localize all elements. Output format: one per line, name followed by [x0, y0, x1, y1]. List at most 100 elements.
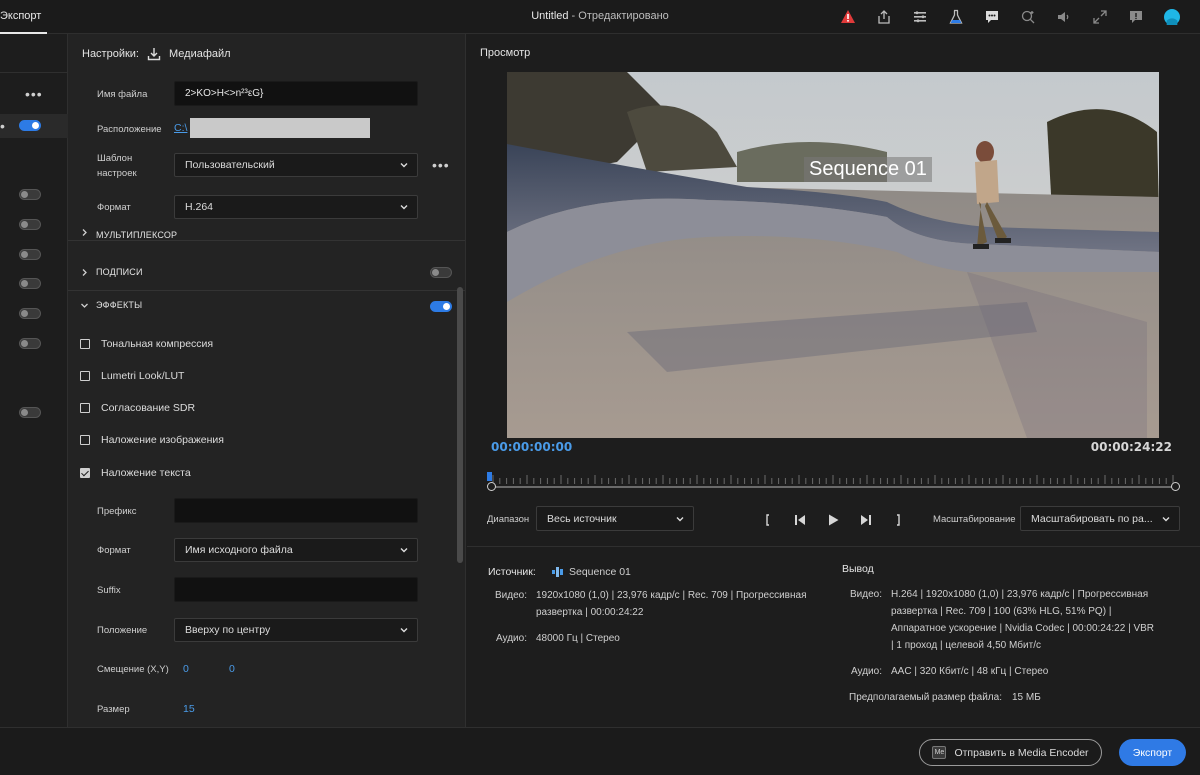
chevron-down-icon [400, 548, 408, 553]
more-options-icon[interactable]: ••• [25, 87, 43, 101]
timeline-track[interactable] [491, 486, 1176, 488]
effect-label: Тональная компрессия [101, 338, 214, 350]
settings-header: Настройки: Медиафайл [82, 47, 231, 61]
position-value: Вверху по центру [185, 624, 271, 636]
settings-scrollbar[interactable] [457, 287, 463, 563]
effect-label: Наложение изображения [101, 434, 224, 446]
overlay-format-label: Формат [97, 545, 131, 556]
source-audio-key: Аудио: [496, 633, 527, 644]
checkbox[interactable] [80, 339, 90, 349]
effect-lumetri[interactable]: Lumetri Look/LUT [80, 368, 184, 384]
size-value[interactable]: 15 [183, 703, 195, 715]
section-title: МУЛЬТИПЛЕКСОР [96, 230, 178, 240]
location-link[interactable]: C:\ [174, 122, 187, 134]
send-to-media-encoder-button[interactable]: Me Отправить в Media Encoder [919, 739, 1102, 766]
offset-y-value[interactable]: 0 [229, 663, 235, 675]
preset-toggle[interactable] [19, 338, 41, 349]
section-captions[interactable]: ПОДПИСИ [68, 257, 465, 289]
playhead[interactable] [487, 472, 492, 481]
effects-toggle[interactable] [430, 301, 452, 312]
preset-more-options-icon[interactable]: ••• [432, 158, 450, 172]
offset-x-value[interactable]: 0 [183, 663, 189, 675]
effect-sdr-conform[interactable]: Согласование SDR [80, 400, 195, 416]
zoom-icon[interactable] [1010, 5, 1046, 29]
preset-toggle[interactable] [19, 278, 41, 289]
preset-toggle[interactable] [19, 308, 41, 319]
document-name: Untitled [531, 10, 569, 22]
filename-input[interactable]: 2>KO>H<>n²³εG} [174, 81, 418, 106]
output-audio-info: AAC | 320 Кбит/с | 48 кГц | Стерео [891, 666, 1049, 677]
timeline-scrubber[interactable] [487, 472, 1180, 492]
filename-label: Имя файла [97, 89, 148, 100]
prefix-input[interactable] [174, 498, 418, 523]
scale-value: Масштабировать по ра... [1031, 513, 1153, 525]
share-icon[interactable] [866, 5, 902, 29]
skatepark-image [507, 72, 1159, 438]
feedback-icon[interactable] [1118, 5, 1154, 29]
output-video-line: H.264 | 1920x1080 (1,0) | 23,976 кадр/с … [891, 589, 1149, 600]
chevron-down-icon [400, 205, 408, 210]
output-audio-key: Аудио: [851, 666, 882, 677]
overlay-format-dropdown[interactable]: Имя исходного файла [174, 538, 418, 562]
checkbox[interactable] [80, 371, 90, 381]
preset-value: Пользовательский [185, 159, 275, 171]
position-label: Положение [97, 625, 148, 636]
out-point-handle[interactable] [1171, 482, 1180, 491]
volume-icon[interactable] [1046, 5, 1082, 29]
warning-icon[interactable] [830, 5, 866, 29]
checkbox[interactable] [80, 435, 90, 445]
divider [68, 240, 465, 241]
in-point-handle[interactable] [487, 482, 496, 491]
output-video-line: развертка | Rec. 709 | 100 (63% HLG, 51%… [891, 606, 1112, 617]
location-label: Расположение [97, 124, 162, 135]
step-forward-icon[interactable] [857, 511, 875, 529]
comment-icon[interactable] [974, 5, 1010, 29]
preset-dropdown[interactable]: Пользовательский [174, 153, 418, 177]
effect-tone-mapping[interactable]: Тональная компрессия [80, 336, 213, 352]
preset-toggle[interactable] [19, 189, 41, 200]
preset-toggle[interactable] [19, 219, 41, 230]
timecode-end: 00:00:24:22 [1090, 440, 1172, 454]
position-dropdown[interactable]: Вверху по центру [174, 618, 418, 642]
video-frame: Sequence 01 [507, 72, 1159, 438]
divider [0, 72, 67, 73]
play-icon[interactable] [824, 511, 842, 529]
chevron-down-icon [676, 517, 684, 522]
preset-row-selected[interactable]: • [0, 114, 68, 138]
top-bar: Экспорт Untitled - Отредактировано [0, 0, 1200, 34]
avatar-icon[interactable] [1154, 5, 1190, 29]
output-heading: Вывод [842, 563, 874, 575]
menu-list-icon[interactable] [902, 5, 938, 29]
effect-text-overlay[interactable]: Наложение текста [80, 465, 191, 481]
preset-toggle[interactable] [19, 407, 41, 418]
section-title: ПОДПИСИ [96, 267, 143, 277]
checkbox-checked[interactable] [80, 468, 90, 478]
step-back-icon[interactable] [791, 511, 809, 529]
chevron-down-icon [400, 628, 408, 633]
export-button[interactable]: Экспорт [1119, 739, 1186, 766]
section-effects[interactable]: ЭФФЕКТЫ [68, 290, 465, 322]
source-video-line: развертка | 00:00:24:22 [536, 607, 644, 618]
mark-out-icon[interactable] [889, 511, 907, 529]
output-video-info: H.264 | 1920x1080 (1,0) | 23,976 кадр/с … [891, 586, 1154, 654]
preset-toggle[interactable] [19, 120, 41, 131]
range-dropdown[interactable]: Весь источник [536, 506, 694, 531]
timecode-start[interactable]: 00:00:00:00 [491, 440, 572, 454]
suffix-input[interactable] [174, 577, 418, 602]
captions-toggle[interactable] [430, 267, 452, 278]
effect-image-overlay[interactable]: Наложение изображения [80, 432, 224, 448]
mark-in-icon[interactable] [759, 511, 777, 529]
preview-panel: Просмотр Sequence 01 00:00:00:00 00:00:2… [467, 34, 1200, 546]
sequence-icon [552, 567, 563, 577]
chevron-down-icon [1162, 517, 1170, 522]
scale-dropdown[interactable]: Масштабировать по ра... [1020, 506, 1180, 531]
fullscreen-icon[interactable] [1082, 5, 1118, 29]
format-dropdown[interactable]: H.264 [174, 195, 418, 219]
effect-label: Согласование SDR [101, 402, 196, 414]
chevron-down-icon [400, 163, 408, 168]
beaker-icon[interactable] [938, 5, 974, 29]
checkbox[interactable] [80, 403, 90, 413]
chevron-down-icon [81, 303, 88, 308]
scale-label: Масштабирование [933, 514, 1016, 525]
preset-toggle[interactable] [19, 249, 41, 260]
